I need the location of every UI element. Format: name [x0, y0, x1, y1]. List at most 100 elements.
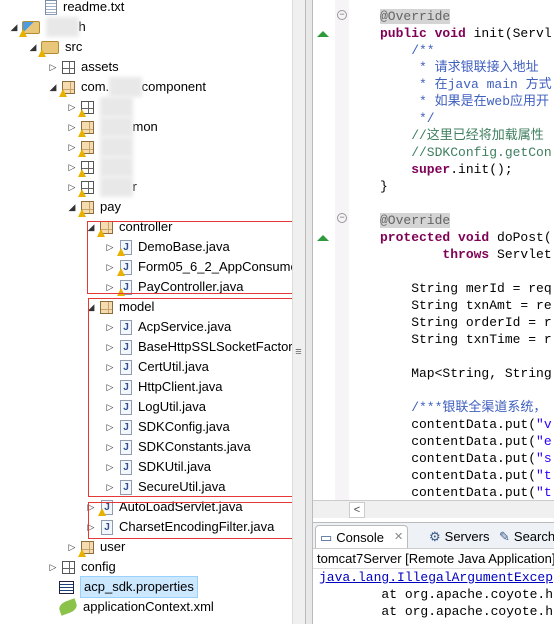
expand-arrow-icon[interactable]: ▷ [66, 157, 78, 177]
code-token: init(Servl [473, 26, 552, 41]
code-token: contentData.put( [380, 485, 537, 500]
expand-arrow-icon[interactable]: ▷ [47, 57, 59, 77]
redacted-text: xxxxx [100, 157, 133, 177]
code-token: String txnAmt = re [380, 298, 552, 313]
code-line: */ [380, 110, 435, 127]
tree-item-label: user [100, 539, 126, 554]
code-token: doPost( [497, 230, 552, 245]
exception-link[interactable]: java.lang.IllegalArgumentExcep [313, 569, 554, 586]
code-token: throws [380, 247, 498, 262]
fold-toggle-icon[interactable]: − [337, 10, 347, 20]
code-line: //SDKConfig.getCon [380, 144, 551, 161]
tree-item-label: acp_sdk.properties [80, 576, 198, 598]
package-icon [62, 60, 75, 74]
code-line: contentData.put("t [380, 484, 551, 500]
tree-item-label: applicationContext.xml [83, 599, 214, 614]
tree-item[interactable]: ▷ config [47, 557, 116, 577]
folding-ruler [335, 0, 349, 500]
source-folder-icon [38, 40, 59, 57]
code-token: .init(); [450, 162, 513, 177]
code-editor[interactable]: @Override public void init(Servl /** * 请求… [313, 0, 554, 500]
code-line: //这里已经将加载属性 [380, 127, 544, 144]
tree-item-label-tail: mon [132, 119, 158, 134]
highlight-box-controller [87, 221, 305, 294]
code-line: super.init(); [380, 161, 513, 178]
expand-arrow-icon[interactable]: ▷ [66, 177, 78, 197]
console-line: at org.apache.coyote.h [319, 587, 554, 602]
tree-item[interactable]: ▷ xxxxx [66, 137, 133, 157]
properties-file-icon [59, 580, 74, 594]
override-marker-icon [317, 31, 329, 37]
annotation-gutter [313, 0, 335, 500]
console-output[interactable]: java.lang.IllegalArgumentExcep at org.ap… [313, 569, 554, 620]
package-icon [78, 120, 94, 137]
package-icon [78, 180, 94, 197]
tree-item[interactable]: ◢ src [27, 37, 82, 57]
close-icon[interactable]: ✕ [394, 526, 403, 549]
warning-icon [78, 548, 86, 557]
tree-item[interactable]: acp_sdk.properties [57, 576, 198, 598]
tab-search[interactable]: ✎ Search [495, 525, 554, 548]
tab-label: Search [513, 529, 554, 544]
code-token: /** [380, 43, 435, 58]
fold-toggle-icon[interactable]: − [337, 213, 347, 223]
search-icon: ✎ [499, 529, 510, 544]
package-icon [78, 140, 94, 157]
code-line: } [380, 178, 388, 195]
warning-icon [78, 128, 86, 137]
expand-arrow-icon[interactable]: ▷ [66, 117, 78, 137]
expand-arrow-icon[interactable]: ▷ [66, 137, 78, 157]
tab-console[interactable]: ▭ Console ✕ [315, 525, 409, 549]
tab-servers[interactable]: ⚙ Servers [425, 525, 493, 548]
code-line: /***银联全渠道系统， [380, 399, 546, 416]
tree-item[interactable]: ▷ assets [47, 57, 119, 77]
scroll-left-button[interactable]: < [349, 502, 365, 518]
tree-item[interactable]: ▷ xxxxxmon [66, 117, 158, 137]
text-file-icon [45, 0, 57, 15]
collapse-arrow-icon[interactable]: ◢ [47, 77, 59, 97]
redacted-text: xxxxx [100, 97, 133, 117]
code-token: "s [536, 451, 552, 466]
highlight-box-root-files [88, 502, 304, 539]
warning-icon [78, 148, 86, 157]
collapse-arrow-icon[interactable]: ◢ [66, 197, 78, 217]
tree-item-label: pay [100, 199, 121, 214]
code-token: * 请求银联接入地址 [380, 60, 539, 75]
package-icon [78, 540, 94, 557]
expand-arrow-icon[interactable]: ▷ [66, 97, 78, 117]
console-view: ▭ Console ✕ ⚙ Servers ✎ Search tomcat7Server [… [313, 522, 554, 624]
code-token: "e [536, 434, 552, 449]
expand-arrow-icon[interactable]: ▷ [47, 557, 59, 577]
tree-item[interactable]: applicationContext.xml [57, 597, 214, 617]
tree-item-label: config [81, 559, 116, 574]
tree-item[interactable]: ◢ com.xxxxxcomponent [47, 77, 206, 97]
tree-item-label-tail: component [141, 79, 206, 94]
tree-item[interactable]: ◢xxxxxh [8, 17, 86, 37]
pane-divider[interactable] [305, 0, 313, 624]
tree-item[interactable]: readme.txt [43, 0, 124, 17]
console-line: at org.apache.coyote.h [319, 604, 554, 619]
tree-item[interactable]: ▷ xxxxxr [66, 177, 137, 197]
scrollbar-grip-icon[interactable]: ≡ [293, 346, 304, 360]
tree-item[interactable]: ▷ user [66, 537, 125, 557]
package-icon [59, 80, 75, 97]
editor-horizontal-scrollbar[interactable]: < [313, 500, 554, 518]
code-token: "t [536, 468, 552, 483]
web-project-icon [19, 20, 40, 37]
spring-xml-icon [57, 598, 79, 616]
code-line: contentData.put("s [380, 450, 552, 467]
redacted-text: xxxxx [100, 117, 133, 137]
explorer-scrollbar[interactable] [292, 0, 305, 624]
code-token: @Override [380, 213, 451, 228]
expand-arrow-icon[interactable]: ▷ [66, 537, 78, 557]
code-line: * 如果是在web应用开 [380, 93, 549, 110]
tree-item[interactable]: ▷ xxxxx [66, 97, 133, 117]
package-icon [78, 160, 94, 177]
redacted-text: xxxxx [100, 137, 133, 157]
tree-item-label: com. [81, 79, 110, 94]
code-token: contentData.put( [380, 468, 537, 483]
tree-item[interactable]: ▷ xxxxx [66, 157, 133, 177]
tree-item[interactable]: ◢ pay [66, 197, 121, 217]
code-line: protected void doPost( [380, 229, 552, 246]
code-token: protected void [380, 230, 498, 245]
